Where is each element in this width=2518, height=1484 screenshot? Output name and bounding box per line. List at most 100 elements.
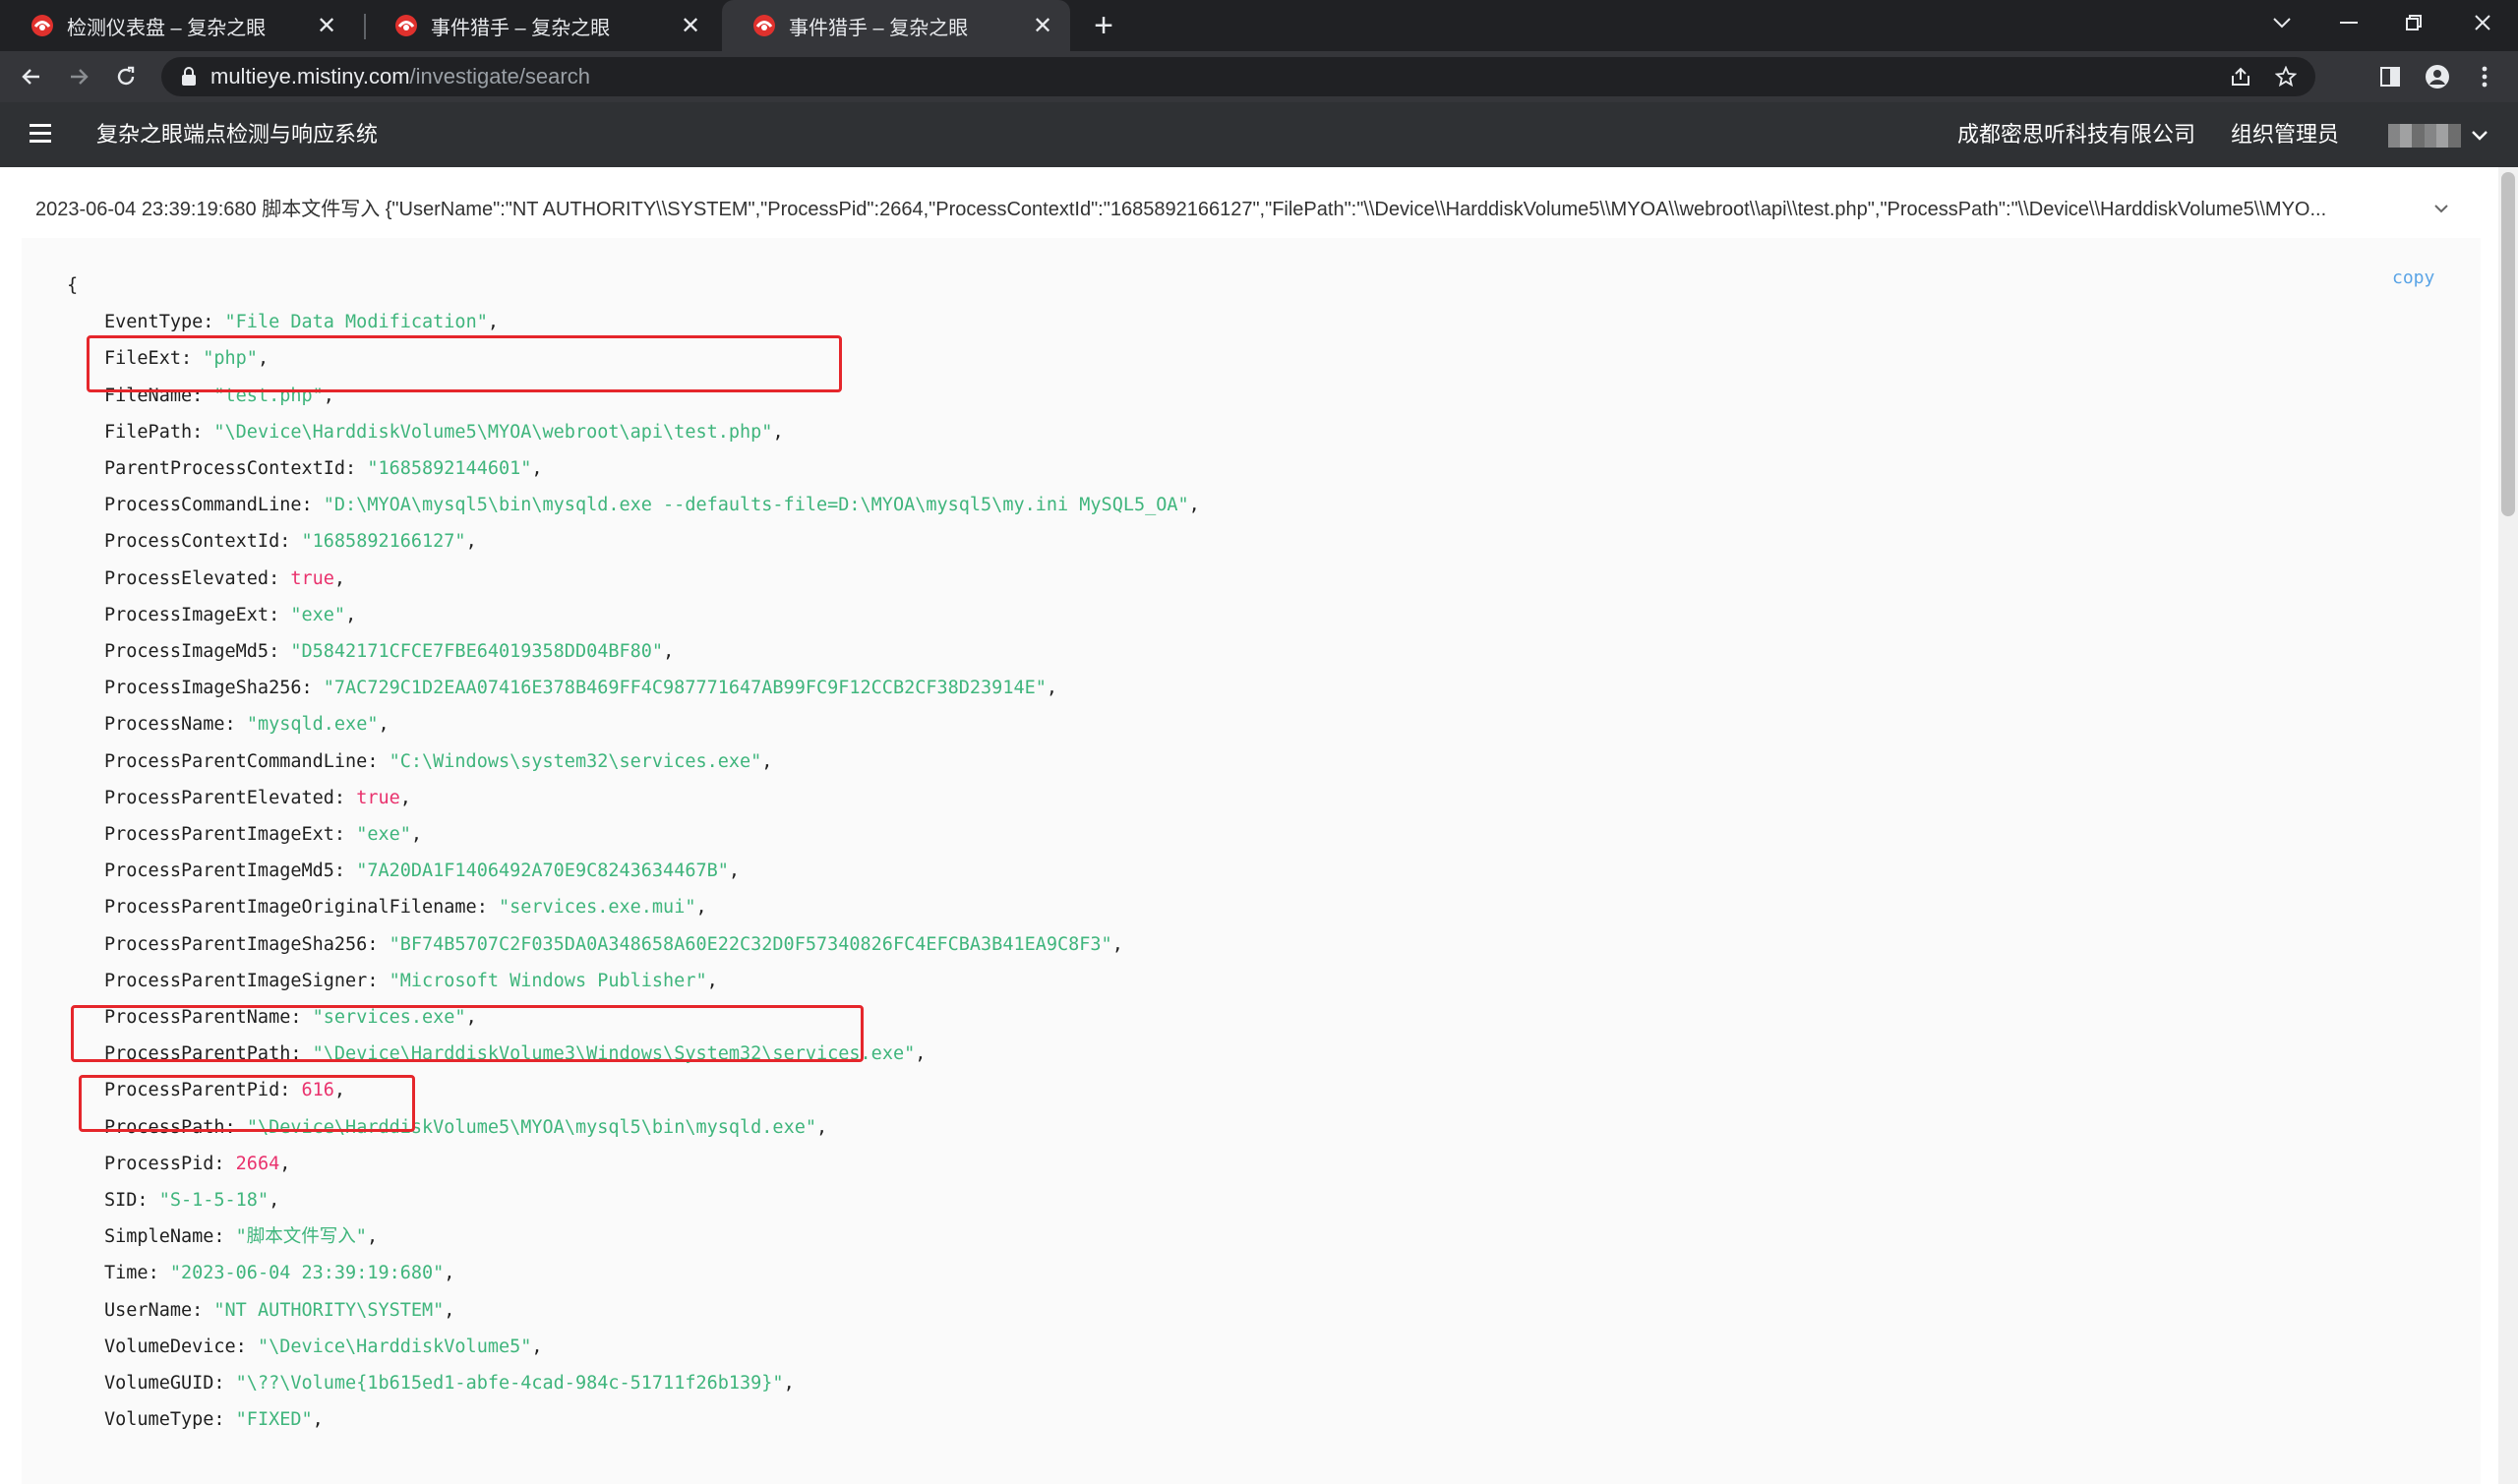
json-value: "Microsoft Windows Publisher" xyxy=(389,970,707,991)
json-key: VolumeType xyxy=(104,1409,214,1431)
json-value: true xyxy=(290,567,334,589)
company-name[interactable]: 成都密思听科技有限公司 xyxy=(1957,102,2195,167)
event-summary-row[interactable]: 2023-06-04 23:39:19:680 脚本文件写入 {"UserNam… xyxy=(35,195,2475,224)
json-value: "D5842171CFCE7FBE64019358DD04BF80" xyxy=(290,641,664,663)
json-field-processelevated: ProcessElevated: true, xyxy=(104,567,346,589)
menu-icon[interactable] xyxy=(30,124,51,144)
json-key: VolumeGUID xyxy=(104,1373,214,1395)
json-key: ProcessCommandLine xyxy=(104,495,302,516)
json-field-processcommandline: ProcessCommandLine: "D:\MYOA\mysql5\bin\… xyxy=(104,495,1200,516)
new-tab-button[interactable]: + xyxy=(1082,6,1125,45)
tab-title: 事件猎手 – 复杂之眼 xyxy=(431,17,611,39)
json-field-processparentimagemd5: ProcessParentImageMd5: "7A20DA1F1406492A… xyxy=(104,861,741,882)
json-value: "7A20DA1F1406492A70E9C8243634467B" xyxy=(356,861,729,882)
json-value: "File Data Modification" xyxy=(224,312,488,333)
chevron-down-icon[interactable] xyxy=(2467,122,2492,148)
json-field-username: UserName: "NT AUTHORITY\SYSTEM", xyxy=(104,1299,455,1321)
lock-icon xyxy=(182,67,196,86)
json-key: ProcessElevated xyxy=(104,567,270,589)
json-key: ProcessParentImageOriginalFilename xyxy=(104,897,477,919)
json-field-volumeguid: VolumeGUID: "\??\Volume{1b615ed1-abfe-4c… xyxy=(104,1373,795,1395)
json-key: SID xyxy=(104,1190,138,1212)
json-field-processname: ProcessName: "mysqld.exe", xyxy=(104,714,390,736)
json-value: "mysqld.exe" xyxy=(246,714,379,736)
json-key: ProcessParentImageSha256 xyxy=(104,933,368,955)
json-field-processpid: ProcessPid: 2664, xyxy=(104,1153,291,1174)
reload-icon[interactable] xyxy=(106,57,146,96)
close-icon[interactable]: ✕ xyxy=(671,6,710,45)
copy-button[interactable]: copy xyxy=(2392,267,2434,288)
bookmark-star-icon[interactable] xyxy=(2266,57,2306,96)
close-window-button[interactable] xyxy=(2453,0,2512,45)
browser-tab-3-active[interactable]: 事件猎手 – 复杂之眼 ✕ xyxy=(722,0,1070,51)
back-arrow-icon[interactable] xyxy=(12,57,51,96)
app-title: 复杂之眼端点检测与响应系统 xyxy=(96,122,379,147)
chevron-down-icon[interactable] xyxy=(2429,197,2453,220)
json-key: SimpleName xyxy=(104,1226,214,1248)
address-bar[interactable]: multieye.mistiny.com/investigate/search xyxy=(161,57,2315,96)
json-field-processparentelevated: ProcessParentElevated: true, xyxy=(104,787,411,808)
json-key: ProcessParentImageExt xyxy=(104,824,334,846)
forward-arrow-icon[interactable] xyxy=(59,57,98,96)
json-field-volumedevice: VolumeDevice: "\Device\HarddiskVolume5", xyxy=(104,1336,543,1357)
json-field-processparentimageext: ProcessParentImageExt: "exe", xyxy=(104,824,423,846)
json-value: "C:\Windows\system32\services.exe" xyxy=(389,750,762,772)
json-value: "\Device\HarddiskVolume5" xyxy=(257,1336,532,1357)
json-value: "FIXED" xyxy=(235,1409,313,1431)
json-value: "BF74B5707C2F035DA0A348658A60E22C32D0F57… xyxy=(389,933,1112,955)
json-key: ProcessParentElevated xyxy=(104,787,334,808)
json-field-processparentimagesigner: ProcessParentImageSigner: "Microsoft Win… xyxy=(104,970,718,991)
json-key: ProcessImageExt xyxy=(104,604,270,625)
share-icon[interactable] xyxy=(2221,57,2260,96)
browser-tab-1[interactable]: 检测仪表盘 – 复杂之眼 ✕ xyxy=(0,0,354,51)
close-icon[interactable]: ✕ xyxy=(1023,6,1062,45)
json-field-processparentimagesha256: ProcessParentImageSha256: "BF74B5707C2F0… xyxy=(104,933,1123,955)
restore-button[interactable] xyxy=(2384,0,2443,45)
json-field-processcontextid: ProcessContextId: "1685892166127", xyxy=(104,531,477,553)
json-field-processimagesha256: ProcessImageSha256: "7AC729C1D2EAA07416E… xyxy=(104,678,1058,699)
json-value: "\??\Volume{1b615ed1-abfe-4cad-984c-5171… xyxy=(235,1373,784,1395)
highlight-box-processpath xyxy=(71,1005,864,1062)
browser-tab-strip: 检测仪表盘 – 复杂之眼 ✕ 事件猎手 – 复杂之眼 ✕ 事件猎手 – 复杂之眼… xyxy=(0,0,2518,51)
more-menu-icon[interactable] xyxy=(2465,57,2504,96)
eye-logo-icon xyxy=(753,15,775,36)
json-value: "脚本文件写入" xyxy=(235,1226,367,1248)
json-value: "1685892166127" xyxy=(301,531,466,553)
json-key: FilePath xyxy=(104,421,193,443)
json-key: ProcessImageMd5 xyxy=(104,641,270,663)
json-field-volumetype: VolumeType: "FIXED", xyxy=(104,1409,324,1431)
browser-tab-2[interactable]: 事件猎手 – 复杂之眼 ✕ xyxy=(364,0,718,51)
tab-search-icon[interactable] xyxy=(2252,0,2311,45)
json-value: "D:\MYOA\mysql5\bin\mysqld.exe --default… xyxy=(323,495,1189,516)
json-key: ProcessImageSha256 xyxy=(104,678,302,699)
profile-icon[interactable] xyxy=(2418,57,2457,96)
json-field-parentprocesscontextid: ParentProcessContextId: "1685892144601", xyxy=(104,458,543,480)
user-role[interactable]: 组织管理员 xyxy=(2231,102,2339,167)
json-key: EventType xyxy=(104,312,204,333)
json-value: "NT AUTHORITY\SYSTEM" xyxy=(213,1299,445,1321)
json-field-processparentimageoriginalfilename: ProcessParentImageOriginalFilename: "ser… xyxy=(104,897,707,919)
url-host: multieye.mistiny.com xyxy=(210,64,410,89)
highlight-box-filepath xyxy=(87,335,842,392)
json-field-sid: SID: "S-1-5-18", xyxy=(104,1190,280,1212)
json-key: ProcessParentCommandLine xyxy=(104,750,368,772)
json-field-simplename: SimpleName: "脚本文件写入", xyxy=(104,1226,379,1248)
minimize-button[interactable] xyxy=(2319,0,2378,45)
side-panel-icon[interactable] xyxy=(2370,57,2410,96)
scrollbar-thumb[interactable] xyxy=(2501,172,2515,516)
json-key: UserName xyxy=(104,1299,193,1321)
json-key: ProcessPid xyxy=(104,1153,214,1174)
json-value: "2023-06-04 23:39:19:680" xyxy=(169,1263,445,1284)
tab-title: 事件猎手 – 复杂之眼 xyxy=(789,17,969,39)
close-icon[interactable]: ✕ xyxy=(307,6,346,45)
avatar[interactable] xyxy=(2388,124,2461,148)
highlight-box-simplename xyxy=(79,1075,415,1132)
json-key: ProcessParentImageSigner xyxy=(104,970,368,991)
json-key: Time xyxy=(104,1263,149,1284)
eye-logo-icon xyxy=(31,15,53,36)
json-value: true xyxy=(356,787,400,808)
browser-toolbar: multieye.mistiny.com/investigate/search xyxy=(0,51,2518,102)
tab-title: 检测仪表盘 – 复杂之眼 xyxy=(67,17,267,39)
json-field-processparentcommandline: ProcessParentCommandLine: "C:\Windows\sy… xyxy=(104,750,773,772)
json-viewer: copy { EventType: "File Data Modificatio… xyxy=(22,238,2481,1484)
